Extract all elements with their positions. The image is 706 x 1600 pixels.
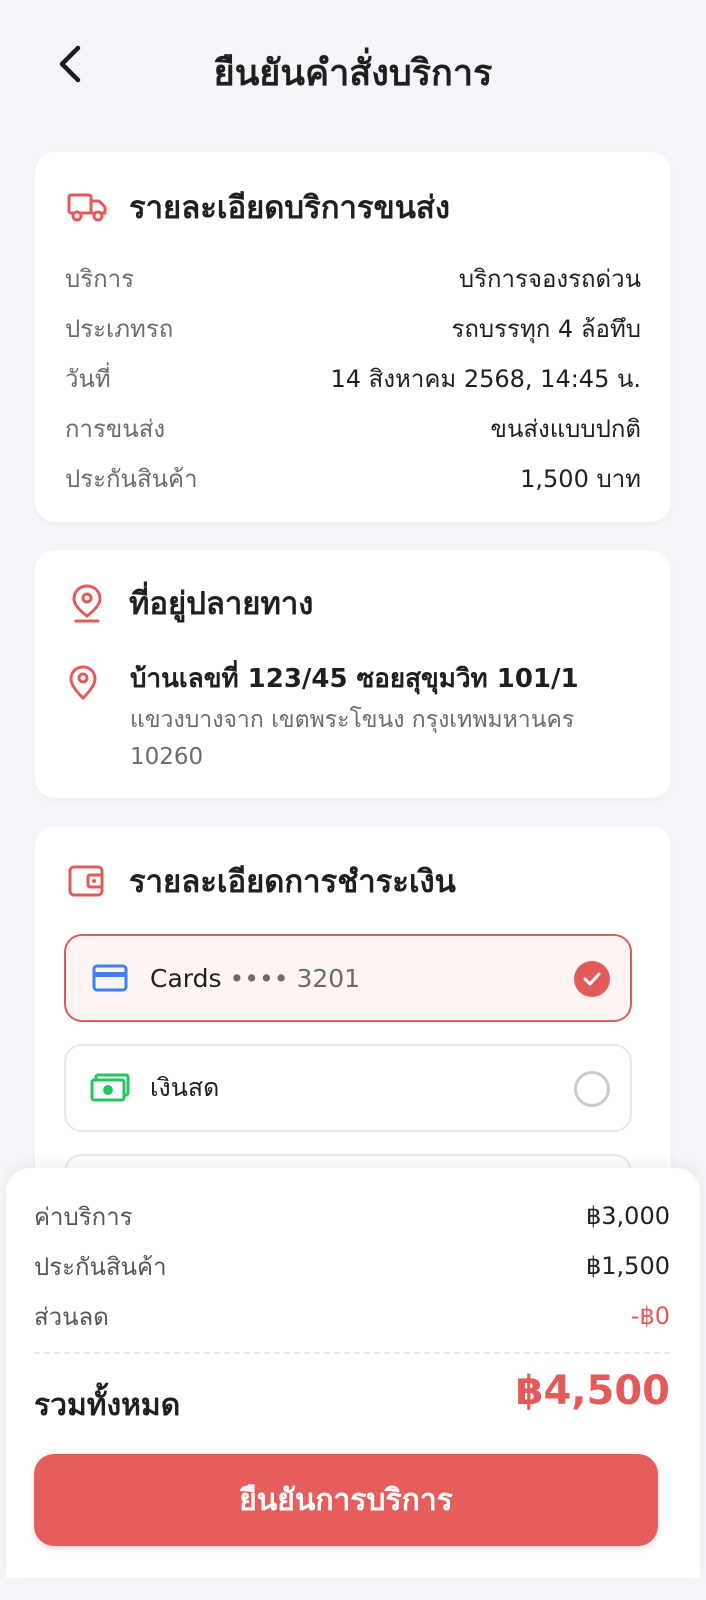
shipping-details-header: รายละเอียดบริการขนส่ง (65, 182, 450, 232)
shipping-details-card: รายละเอียดบริการขนส่ง บริการ บริการจองรถ… (35, 152, 671, 522)
destination-header: ที่อยู่ปลายทาง (65, 578, 313, 628)
detail-row-insurance: ประกันสินค้า 1,500 บาท (65, 458, 641, 498)
payment-option-label: เงินสด (150, 1073, 220, 1102)
detail-row-date: วันที่ 14 สิงหาคม 2568, 14:45 น. (65, 358, 641, 398)
payment-option-label: Cards (150, 963, 222, 993)
app-header: ยืนยันคำสั่งบริการ (0, 0, 706, 140)
detail-value: 1,500 บาท (520, 464, 641, 493)
summary-row-insurance: ประกันสินค้า ฿1,500 (34, 1246, 670, 1286)
wallet-icon (65, 859, 109, 903)
cash-icon (90, 1073, 130, 1103)
card-number-mask: •••• 3201 (229, 963, 361, 993)
total-label: รวมทั้งหมด (34, 1388, 181, 1423)
detail-value: ขนส่งแบบปกติ (490, 414, 641, 443)
payment-title: รายละเอียดการชำระเงิน (129, 864, 456, 900)
detail-label: ประกันสินค้า (65, 464, 198, 493)
detail-label: บริการ (65, 264, 135, 293)
detail-row-service: บริการ บริการจองรถด่วน (65, 258, 641, 298)
total-value: ฿4,500 (515, 1368, 670, 1414)
summary-value: ฿3,000 (586, 1202, 670, 1230)
check-icon[interactable] (574, 961, 610, 997)
page-title: ยืนยันคำสั่งบริการ (213, 53, 493, 94)
address-line-1: บ้านเลขที่ 123/45 ซอยสุขุมวิท 101/1 (130, 664, 579, 694)
shipping-details-title: รายละเอียดบริการขนส่ง (129, 190, 450, 226)
summary-row-service-fee: ค่าบริการ ฿3,000 (34, 1196, 670, 1236)
detail-label: ประเภทรถ (65, 314, 174, 343)
address-pin-icon (67, 664, 99, 706)
summary-label: ประกันสินค้า (34, 1252, 167, 1281)
location-pin-icon (65, 581, 109, 625)
destination-title: ที่อยู่ปลายทาง (129, 586, 314, 622)
payment-option-cash[interactable]: เงินสด (64, 1044, 632, 1132)
radio-button[interactable] (574, 1071, 610, 1107)
credit-card-icon (90, 964, 130, 992)
summary-label: ค่าบริการ (34, 1202, 133, 1231)
order-summary-sheet: ค่าบริการ ฿3,000 ประกันสินค้า ฿1,500 ส่ว… (6, 1168, 700, 1578)
confirm-service-button[interactable]: ยืนยันการบริการ (34, 1454, 658, 1546)
detail-row-vehicle: ประเภทรถ รถบรรทุก 4 ล้อทึบ (65, 308, 641, 348)
detail-label: วันที่ (65, 364, 111, 393)
payment-option-card[interactable]: Cards •••• 3201 (64, 934, 632, 1022)
summary-divider (34, 1352, 670, 1354)
summary-row-discount: ส่วนลด -฿0 (34, 1296, 670, 1336)
payment-header: รายละเอียดการชำระเงิน (65, 856, 456, 906)
detail-row-delivery: การขนส่ง ขนส่งแบบปกติ (65, 408, 641, 448)
summary-label: ส่วนลด (34, 1302, 109, 1331)
truck-icon (65, 185, 109, 229)
detail-label: การขนส่ง (65, 414, 166, 443)
address-line-2: แขวงบางจาก เขตพระโขนง กรุงเทพมหานคร 1026… (130, 707, 575, 770)
detail-value: 14 สิงหาคม 2568, 14:45 น. (330, 364, 642, 393)
summary-value: -฿0 (630, 1302, 670, 1330)
summary-value: ฿1,500 (586, 1252, 670, 1280)
destination-card: ที่อยู่ปลายทาง บ้านเลขที่ 123/45 ซอยสุขุ… (35, 550, 671, 798)
detail-value: รถบรรทุก 4 ล้อทึบ (451, 314, 642, 343)
detail-value: บริการจองรถด่วน (458, 264, 641, 293)
